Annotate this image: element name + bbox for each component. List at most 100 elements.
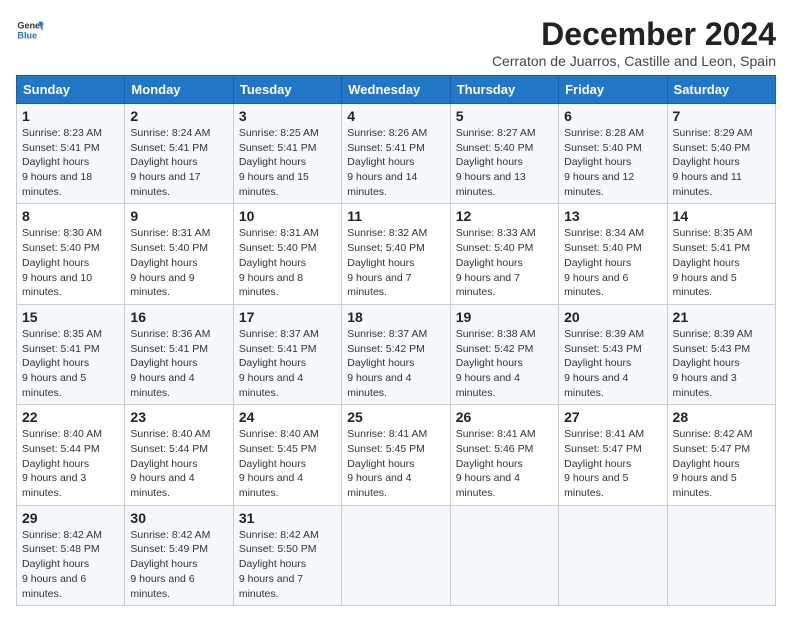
sunset-label: Sunset: 5:41 PM [130, 142, 208, 154]
sunset-label: Sunset: 5:50 PM [239, 543, 317, 555]
sunrise-label: Sunrise: 8:35 AM [673, 227, 753, 239]
calendar-cell: 9 Sunrise: 8:31 AM Sunset: 5:40 PM Dayli… [125, 204, 233, 304]
calendar-header-row: SundayMondayTuesdayWednesdayThursdayFrid… [17, 76, 776, 104]
calendar-cell: 4 Sunrise: 8:26 AM Sunset: 5:41 PM Dayli… [342, 104, 450, 204]
day-number: 27 [564, 409, 661, 425]
daylight-label: Daylight hours [347, 357, 414, 369]
calendar-week-row: 22 Sunrise: 8:40 AM Sunset: 5:44 PM Dayl… [17, 405, 776, 505]
sunrise-label: Sunrise: 8:36 AM [130, 328, 210, 340]
day-number: 13 [564, 208, 661, 224]
daylight-label: Daylight hours [130, 458, 197, 470]
calendar-cell: 24 Sunrise: 8:40 AM Sunset: 5:45 PM Dayl… [233, 405, 341, 505]
calendar-cell: 23 Sunrise: 8:40 AM Sunset: 5:44 PM Dayl… [125, 405, 233, 505]
daylight-label: Daylight hours [456, 257, 523, 269]
day-number: 5 [456, 108, 553, 124]
daylight-value: 9 hours and 12 minutes. [564, 171, 634, 198]
column-header-saturday: Saturday [667, 76, 775, 104]
sunrise-label: Sunrise: 8:41 AM [347, 428, 427, 440]
day-number: 20 [564, 309, 661, 325]
calendar-cell: 19 Sunrise: 8:38 AM Sunset: 5:42 PM Dayl… [450, 304, 558, 404]
sunrise-label: Sunrise: 8:30 AM [22, 227, 102, 239]
sunset-label: Sunset: 5:41 PM [22, 343, 100, 355]
page-subtitle: Cerraton de Juarros, Castille and Leon, … [492, 53, 776, 69]
calendar-week-row: 8 Sunrise: 8:30 AM Sunset: 5:40 PM Dayli… [17, 204, 776, 304]
sunset-label: Sunset: 5:40 PM [347, 242, 425, 254]
daylight-value: 9 hours and 7 minutes. [456, 272, 520, 299]
sunrise-label: Sunrise: 8:42 AM [130, 529, 210, 541]
day-number: 10 [239, 208, 336, 224]
day-number: 8 [22, 208, 119, 224]
sunset-label: Sunset: 5:41 PM [347, 142, 425, 154]
daylight-value: 9 hours and 13 minutes. [456, 171, 526, 198]
sunset-label: Sunset: 5:41 PM [239, 142, 317, 154]
sunset-label: Sunset: 5:40 PM [456, 242, 534, 254]
calendar-cell: 13 Sunrise: 8:34 AM Sunset: 5:40 PM Dayl… [559, 204, 667, 304]
page-title: December 2024 [492, 16, 776, 53]
calendar-cell: 29 Sunrise: 8:42 AM Sunset: 5:48 PM Dayl… [17, 505, 125, 605]
daylight-label: Daylight hours [564, 156, 631, 168]
sunrise-label: Sunrise: 8:25 AM [239, 127, 319, 139]
daylight-value: 9 hours and 9 minutes. [130, 272, 194, 299]
daylight-value: 9 hours and 5 minutes. [673, 472, 737, 499]
daylight-value: 9 hours and 4 minutes. [456, 372, 520, 399]
day-number: 4 [347, 108, 444, 124]
sunset-label: Sunset: 5:40 PM [564, 142, 642, 154]
calendar-cell [559, 505, 667, 605]
day-info: Sunrise: 8:36 AM Sunset: 5:41 PM Dayligh… [130, 327, 227, 400]
logo: General Blue [16, 16, 44, 44]
day-info: Sunrise: 8:30 AM Sunset: 5:40 PM Dayligh… [22, 226, 119, 299]
sunset-label: Sunset: 5:40 PM [22, 242, 100, 254]
calendar-cell: 10 Sunrise: 8:31 AM Sunset: 5:40 PM Dayl… [233, 204, 341, 304]
day-number: 23 [130, 409, 227, 425]
daylight-value: 9 hours and 11 minutes. [673, 171, 742, 198]
sunrise-label: Sunrise: 8:42 AM [22, 529, 102, 541]
sunset-label: Sunset: 5:43 PM [564, 343, 642, 355]
calendar-cell [342, 505, 450, 605]
column-header-thursday: Thursday [450, 76, 558, 104]
day-info: Sunrise: 8:39 AM Sunset: 5:43 PM Dayligh… [673, 327, 770, 400]
day-info: Sunrise: 8:42 AM Sunset: 5:50 PM Dayligh… [239, 528, 336, 601]
day-number: 7 [673, 108, 770, 124]
day-info: Sunrise: 8:37 AM Sunset: 5:41 PM Dayligh… [239, 327, 336, 400]
daylight-label: Daylight hours [22, 156, 89, 168]
column-header-monday: Monday [125, 76, 233, 104]
daylight-value: 9 hours and 4 minutes. [347, 472, 411, 499]
sunset-label: Sunset: 5:41 PM [239, 343, 317, 355]
calendar-cell: 30 Sunrise: 8:42 AM Sunset: 5:49 PM Dayl… [125, 505, 233, 605]
daylight-value: 9 hours and 5 minutes. [564, 472, 628, 499]
day-number: 18 [347, 309, 444, 325]
sunset-label: Sunset: 5:40 PM [564, 242, 642, 254]
calendar-cell: 7 Sunrise: 8:29 AM Sunset: 5:40 PM Dayli… [667, 104, 775, 204]
daylight-value: 9 hours and 6 minutes. [130, 573, 194, 600]
daylight-value: 9 hours and 6 minutes. [22, 573, 86, 600]
calendar-cell: 6 Sunrise: 8:28 AM Sunset: 5:40 PM Dayli… [559, 104, 667, 204]
sunrise-label: Sunrise: 8:42 AM [239, 529, 319, 541]
calendar-cell: 8 Sunrise: 8:30 AM Sunset: 5:40 PM Dayli… [17, 204, 125, 304]
daylight-value: 9 hours and 4 minutes. [564, 372, 628, 399]
day-info: Sunrise: 8:35 AM Sunset: 5:41 PM Dayligh… [22, 327, 119, 400]
calendar-cell: 14 Sunrise: 8:35 AM Sunset: 5:41 PM Dayl… [667, 204, 775, 304]
sunset-label: Sunset: 5:40 PM [456, 142, 534, 154]
daylight-label: Daylight hours [673, 156, 740, 168]
calendar-cell: 15 Sunrise: 8:35 AM Sunset: 5:41 PM Dayl… [17, 304, 125, 404]
daylight-value: 9 hours and 3 minutes. [673, 372, 737, 399]
day-number: 9 [130, 208, 227, 224]
daylight-value: 9 hours and 14 minutes. [347, 171, 417, 198]
sunrise-label: Sunrise: 8:37 AM [347, 328, 427, 340]
day-info: Sunrise: 8:42 AM Sunset: 5:47 PM Dayligh… [673, 427, 770, 500]
sunrise-label: Sunrise: 8:26 AM [347, 127, 427, 139]
calendar-cell: 22 Sunrise: 8:40 AM Sunset: 5:44 PM Dayl… [17, 405, 125, 505]
day-number: 14 [673, 208, 770, 224]
sunrise-label: Sunrise: 8:32 AM [347, 227, 427, 239]
day-number: 30 [130, 510, 227, 526]
day-info: Sunrise: 8:31 AM Sunset: 5:40 PM Dayligh… [130, 226, 227, 299]
day-info: Sunrise: 8:40 AM Sunset: 5:44 PM Dayligh… [130, 427, 227, 500]
day-number: 11 [347, 208, 444, 224]
calendar-cell: 17 Sunrise: 8:37 AM Sunset: 5:41 PM Dayl… [233, 304, 341, 404]
daylight-value: 9 hours and 5 minutes. [673, 272, 737, 299]
sunset-label: Sunset: 5:44 PM [130, 443, 208, 455]
sunrise-label: Sunrise: 8:27 AM [456, 127, 536, 139]
daylight-label: Daylight hours [564, 257, 631, 269]
day-number: 31 [239, 510, 336, 526]
day-number: 15 [22, 309, 119, 325]
